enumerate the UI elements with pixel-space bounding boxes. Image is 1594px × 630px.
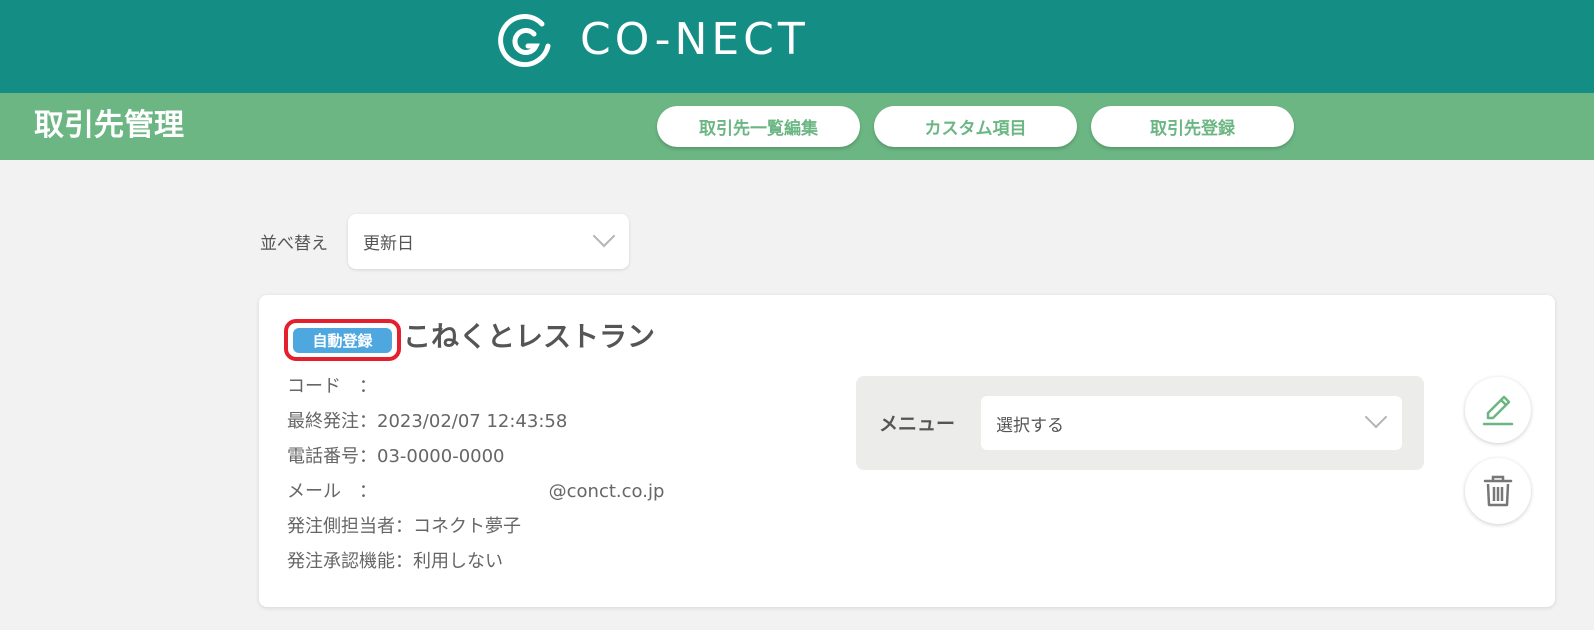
chevron-down-icon [592,224,616,248]
order-contact-field: 発注側担当者：コネクト夢子 [287,516,521,537]
sub-header: 取引先管理 取引先一覧編集 カスタム項目 取引先登録 [0,93,1594,160]
client-list-edit-button[interactable]: 取引先一覧編集 [657,106,860,147]
custom-fields-button[interactable]: カスタム項目 [874,106,1077,147]
code-field: コード ： [287,376,377,397]
client-card: 自動登録 こねくとレストラン コード ： 最終発注：2023/02/07 12:… [259,295,1555,607]
last-order-field: 最終発注：2023/02/07 12:43:58 [287,411,568,432]
client-name: こねくとレストラン [403,320,656,353]
menu-box: メニュー 選択する [856,376,1424,470]
email-field: メール ： @conct.co.jp [287,481,665,502]
menu-label: メニュー [879,413,956,435]
menu-selected-value: 選択する [996,416,1064,436]
top-header: CO-NECT [0,0,1594,93]
menu-select[interactable]: 選択する [981,396,1402,450]
sort-selected-value: 更新日 [363,234,414,254]
phone-field: 電話番号：03-0000-0000 [287,446,505,467]
conect-logo-icon [498,14,551,68]
auto-registered-badge: 自動登録 [293,328,392,353]
delete-button[interactable] [1465,458,1531,524]
logo-text: CO-NECT [580,14,809,65]
edit-button[interactable] [1465,377,1531,443]
pencil-icon [1482,395,1514,426]
register-client-button[interactable]: 取引先登録 [1091,106,1294,147]
order-approval-field: 発注承認機能：利用しない [287,551,503,572]
sort-select[interactable]: 更新日 [348,214,629,269]
trash-icon [1483,475,1513,507]
brand-logo[interactable]: CO-NECT [498,12,809,68]
sort-label: 並べ替え [260,234,328,254]
chevron-down-icon [1364,405,1388,429]
page-title: 取引先管理 [34,108,184,143]
